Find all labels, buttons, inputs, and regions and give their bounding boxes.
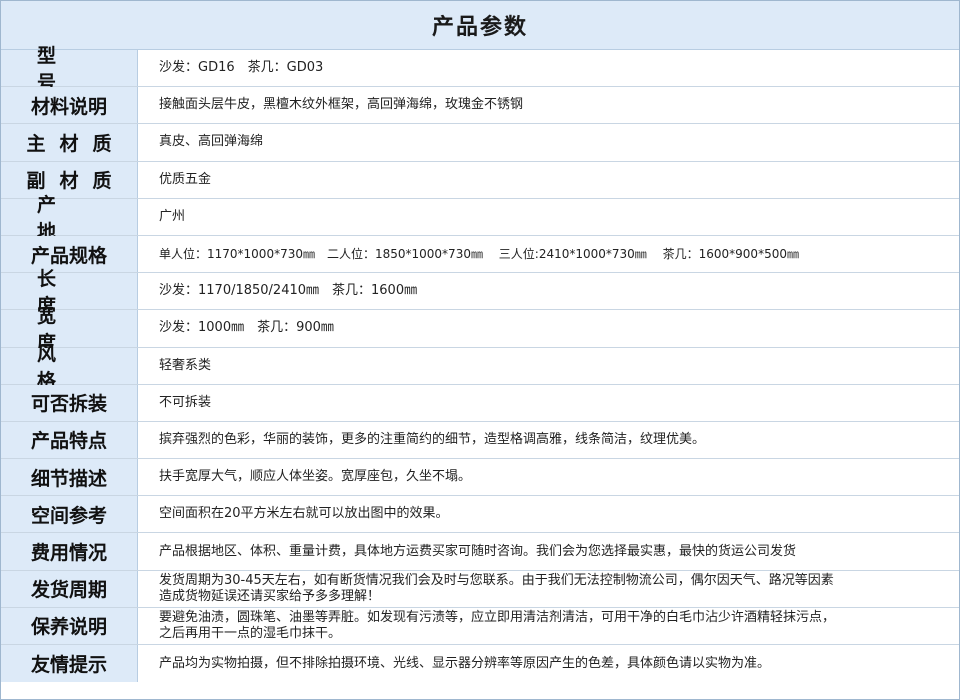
table-row: 材料说明 接触面头层牛皮，黑檀木纹外框架，高回弹海绵，玫瑰金不锈钢 (1, 87, 959, 125)
row-value: 沙发：GD16 茶几：GD03 (159, 60, 324, 76)
row-label: 细节描述 (1, 459, 138, 496)
table-row: 产地 广州 (1, 194, 959, 243)
row-label: 友情提示 (1, 645, 138, 683)
table-row: 发货周期 发货周期为30-45天左右，如有断货情况我们会及时与您联系。由于我们无… (1, 570, 959, 608)
table-row: 产品规格 单人位：1170*1000*730㎜ 二人位：1850*1000*73… (1, 235, 959, 274)
table-row: 主材质 真皮、高回弹海绵 (1, 124, 959, 162)
row-value-line: 发货周期为30-45天左右，如有断货情况我们会及时与您联系。由于我们无法控制物流… (159, 572, 834, 588)
row-label: 主材质 (1, 124, 138, 161)
row-label: 产品特点 (1, 421, 138, 459)
table-row: 宽度 沙发：1000㎜ 茶几：900㎜ (1, 305, 959, 354)
table-row: 可否拆装 不可拆装 (1, 384, 959, 422)
table-row: 风格 轻奢系类 (1, 343, 959, 392)
row-value: 摈弃强烈的色彩，华丽的装饰，更多的注重简约的细节，造型格调高雅，线条简洁，纹理优… (159, 431, 706, 447)
table-row: 空间参考 空间面积在20平方米左右就可以放出图中的效果。 (1, 496, 959, 534)
row-value: 单人位：1170*1000*730㎜ 二人位：1850*1000*730㎜ 三人… (159, 247, 799, 262)
table-row: 友情提示 产品均为实物拍摄，但不排除拍摄环境、光线、显示器分辨率等原因产生的色差… (1, 645, 959, 683)
page-title: 产品参数 (431, 15, 528, 40)
row-value: 沙发：1000㎜ 茶几：900㎜ (159, 320, 334, 336)
row-value: 轻奢系类 (159, 357, 212, 373)
row-label: 发货周期 (1, 570, 138, 607)
row-value: 产品均为实物拍摄，但不排除拍摄环境、光线、显示器分辨率等原因产生的色差，具体颜色… (159, 655, 771, 671)
row-label: 型号 (1, 45, 138, 94)
row-value: 沙发：1170/1850/2410㎜ 茶几：1600㎜ (159, 283, 418, 299)
table-row: 细节描述 扶手宽厚大气，顺应人体坐姿。宽厚座包，久坐不塌。 (1, 459, 959, 497)
row-value: 不可拆装 (159, 394, 212, 410)
row-value: 扶手宽厚大气，顺应人体坐姿。宽厚座包，久坐不塌。 (159, 469, 472, 485)
row-value: 空间面积在20平方米左右就可以放出图中的效果。 (159, 506, 449, 522)
row-value-line: 之后再用干一点的湿毛巾抹干。 (159, 625, 342, 641)
row-value: 广州 (159, 208, 186, 224)
row-label: 风格 (1, 343, 138, 392)
row-value: 接触面头层牛皮，黑檀木纹外框架，高回弹海绵，玫瑰金不锈钢 (159, 97, 524, 113)
row-label: 费用情况 (1, 533, 138, 570)
row-value: 要避免油渍，圆珠笔、油墨等弄脏。如发现有污渍等，应立即用清洁剂清洁，可用干净的白… (138, 608, 959, 644)
row-label: 产地 (1, 194, 138, 243)
table-row: 保养说明 要避免油渍，圆珠笔、油墨等弄脏。如发现有污渍等，应立即用清洁剂清洁，可… (1, 607, 959, 645)
row-value: 产品根据地区、体积、重量计费，具体地方运费买家可随时咨询。我们会为您选择最实惠，… (159, 543, 797, 559)
row-value: 优质五金 (159, 171, 212, 187)
row-label: 保养说明 (1, 607, 138, 644)
row-label: 空间参考 (1, 496, 138, 533)
row-value-line: 要避免油渍，圆珠笔、油墨等弄脏。如发现有污渍等，应立即用清洁剂清洁，可用干净的白… (159, 609, 836, 625)
row-label: 可否拆装 (1, 384, 138, 421)
table-row: 费用情况 产品根据地区、体积、重量计费，具体地方运费买家可随时咨询。我们会为您选… (1, 533, 959, 571)
table-header: 产品参数 (1, 1, 959, 50)
row-label: 材料说明 (1, 87, 138, 124)
table-row: 长度 沙发：1170/1850/2410㎜ 茶几：1600㎜ (1, 268, 959, 317)
row-value: 发货周期为30-45天左右，如有断货情况我们会及时与您联系。由于我们无法控制物流… (138, 571, 959, 607)
product-params-table: 产品参数 型号 沙发：GD16 茶几：GD03 材料说明 接触面头层牛皮，黑檀木… (0, 0, 960, 700)
row-value-line: 造成货物延误还请买家给予多多理解！ (159, 588, 381, 604)
table-row: 型号 沙发：GD16 茶几：GD03 (1, 45, 959, 94)
table-row: 副材质 优质五金 (1, 161, 959, 199)
table-row: 产品特点 摈弃强烈的色彩，华丽的装饰，更多的注重简约的细节，造型格调高雅，线条简… (1, 421, 959, 460)
row-value: 真皮、高回弹海绵 (159, 134, 264, 150)
